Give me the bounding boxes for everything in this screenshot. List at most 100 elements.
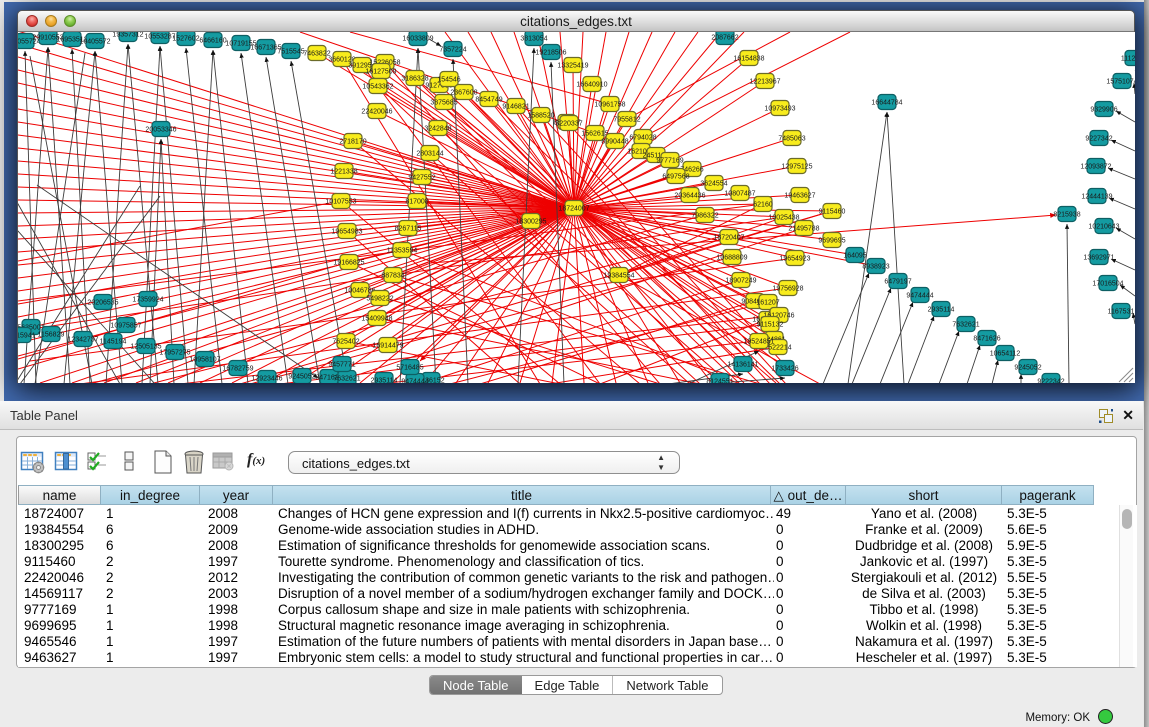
svg-text:6479197: 6479197 <box>884 279 911 286</box>
svg-text:19654983: 19654983 <box>331 229 362 236</box>
svg-text:12213967: 12213967 <box>749 79 780 86</box>
svg-text:19654923: 19654923 <box>779 256 810 263</box>
svg-text:2718170: 2718170 <box>339 139 366 146</box>
svg-text:5498222: 5498222 <box>366 296 393 303</box>
svg-text:7955812: 7955812 <box>613 117 640 124</box>
svg-text:13692971: 13692971 <box>1083 255 1114 262</box>
svg-text:7986322: 7986322 <box>691 213 718 220</box>
svg-text:22420046: 22420046 <box>361 109 392 116</box>
svg-text:9699695: 9699695 <box>818 238 845 245</box>
svg-text:5716485: 5716485 <box>396 365 423 372</box>
svg-text:12975125: 12975125 <box>781 164 812 171</box>
svg-text:10107553: 10107553 <box>325 199 356 206</box>
svg-text:21495788: 21495788 <box>788 226 819 233</box>
svg-text:10210643: 10210643 <box>1088 224 1119 231</box>
svg-text:9457771: 9457771 <box>328 362 355 369</box>
svg-text:1527602: 1527602 <box>172 36 199 43</box>
svg-text:6794028: 6794028 <box>629 135 656 142</box>
svg-text:19463627: 19463627 <box>784 193 815 200</box>
svg-text:9329906: 9329906 <box>1090 107 1117 114</box>
svg-text:12444139: 12444139 <box>1081 194 1112 201</box>
svg-text:10688809: 10688809 <box>716 255 747 262</box>
svg-text:19166825: 19166825 <box>333 260 364 267</box>
svg-text:8267115: 8267115 <box>395 226 422 233</box>
svg-text:20364436: 20364436 <box>674 193 705 200</box>
svg-text:2935114: 2935114 <box>371 378 398 384</box>
svg-text:161207: 161207 <box>756 300 779 307</box>
svg-text:1562615: 1562615 <box>581 131 608 138</box>
svg-text:19218506: 19218506 <box>535 50 566 57</box>
svg-text:9222342: 9222342 <box>1037 379 1064 384</box>
svg-text:17359924: 17359924 <box>132 297 163 304</box>
svg-text:9777169: 9777169 <box>656 158 683 165</box>
svg-text:7515545: 7515545 <box>277 49 304 56</box>
svg-text:18720407: 18720407 <box>713 235 744 242</box>
svg-text:7632621: 7632621 <box>952 322 979 329</box>
svg-text:9474444: 9474444 <box>401 379 428 384</box>
svg-text:9427552: 9427552 <box>408 175 435 182</box>
svg-text:6497568: 6497568 <box>662 174 689 181</box>
svg-text:16033809: 16033809 <box>402 36 433 43</box>
svg-text:18724007: 18724007 <box>558 206 589 213</box>
svg-text:19524851: 19524851 <box>743 339 774 346</box>
svg-text:12342737: 12342737 <box>67 337 98 344</box>
svg-text:1167531: 1167531 <box>1108 309 1135 316</box>
svg-text:12093872: 12093872 <box>1080 164 1111 171</box>
svg-text:20206535: 20206535 <box>87 300 118 307</box>
svg-text:164095: 164095 <box>843 253 866 260</box>
svg-text:9245052: 9245052 <box>288 374 315 381</box>
svg-text:8990448: 8990448 <box>601 139 628 146</box>
svg-text:7485063: 7485063 <box>778 136 805 143</box>
svg-text:1145194: 1145194 <box>100 339 127 346</box>
svg-text:7632621: 7632621 <box>333 376 360 383</box>
svg-text:2803144: 2803144 <box>416 151 443 158</box>
svg-text:19756928: 19756928 <box>772 286 803 293</box>
svg-text:16154838: 16154838 <box>733 56 764 63</box>
svg-text:9245052: 9245052 <box>1014 365 1041 372</box>
svg-text:1221338: 1221338 <box>330 169 357 176</box>
svg-text:10553287: 10553287 <box>144 34 175 41</box>
svg-text:2087662: 2087662 <box>711 35 738 42</box>
svg-text:154546: 154546 <box>437 77 460 84</box>
svg-text:17957275: 17957275 <box>159 350 190 357</box>
svg-text:9227342: 9227342 <box>1085 136 1112 143</box>
svg-text:8124551: 8124551 <box>706 379 733 384</box>
svg-text:16644784: 16644784 <box>871 100 902 107</box>
svg-text:13325419: 13325419 <box>557 63 588 70</box>
svg-text:15751074: 15751074 <box>1106 79 1135 86</box>
svg-text:12923446: 12923446 <box>251 376 282 383</box>
svg-text:9474444: 9474444 <box>906 293 933 300</box>
svg-text:19384554: 19384554 <box>603 273 634 280</box>
svg-text:10961758: 10961758 <box>594 102 625 109</box>
svg-text:1156829: 1156829 <box>38 332 65 339</box>
svg-text:14136141: 14136141 <box>727 362 758 369</box>
svg-text:18907249: 18907249 <box>725 278 756 285</box>
svg-text:3875685: 3875685 <box>430 100 457 107</box>
svg-text:3624554: 3624554 <box>700 181 727 188</box>
svg-text:62160: 62160 <box>753 202 773 209</box>
svg-text:16782759: 16782759 <box>222 366 253 373</box>
svg-text:10973493: 10973493 <box>764 106 795 113</box>
svg-text:1588520: 1588520 <box>527 113 554 120</box>
svg-text:10975857: 10975857 <box>110 323 141 330</box>
svg-text:2367608: 2367608 <box>450 90 477 97</box>
svg-text:887834: 887834 <box>381 273 404 280</box>
svg-text:11353594: 11353594 <box>387 248 418 255</box>
svg-text:817008: 817008 <box>405 199 428 206</box>
svg-text:16914479: 16914479 <box>372 343 403 350</box>
svg-text:17016504: 17016504 <box>1092 281 1123 288</box>
svg-text:2935114: 2935114 <box>928 307 955 314</box>
svg-text:10543362: 10543362 <box>362 84 393 91</box>
svg-text:20053346: 20053346 <box>145 127 176 134</box>
svg-text:9115460: 9115460 <box>819 209 846 216</box>
svg-text:3813054: 3813054 <box>520 36 547 43</box>
svg-text:10025438: 10025438 <box>768 215 799 222</box>
svg-text:1733426: 1733426 <box>771 366 798 373</box>
svg-text:10807487: 10807487 <box>724 191 755 198</box>
svg-text:3186328: 3186328 <box>401 76 428 83</box>
svg-text:10654112: 10654112 <box>990 351 1021 358</box>
svg-text:10958107: 10958107 <box>189 357 220 364</box>
svg-text:8215938: 8215938 <box>1053 212 1080 219</box>
svg-text:12505135: 12505135 <box>130 344 161 351</box>
svg-text:15409948: 15409948 <box>361 316 392 323</box>
